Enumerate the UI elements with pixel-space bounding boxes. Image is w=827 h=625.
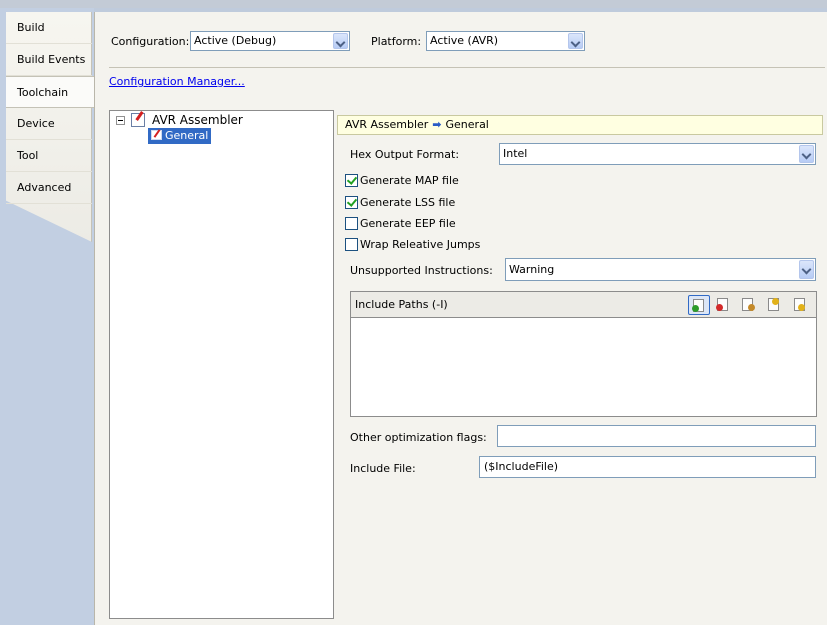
tree-node-label: General: [165, 129, 209, 142]
checkbox-label: Generate EEP file: [360, 217, 456, 230]
chevron-down-icon[interactable]: [799, 260, 814, 279]
other-flags-input[interactable]: [497, 425, 816, 447]
checkbox-label: Generate MAP file: [360, 174, 459, 187]
move-up-icon[interactable]: [764, 295, 786, 315]
hex-output-label: Hex Output Format:: [350, 148, 460, 161]
sidebar-item-advanced[interactable]: Advanced: [6, 172, 92, 204]
move-down-icon[interactable]: [790, 295, 812, 315]
add-path-icon[interactable]: [688, 295, 710, 315]
checkbox-icon[interactable]: [345, 174, 358, 187]
unsupported-instructions-label: Unsupported Instructions:: [350, 264, 493, 277]
checkbox-icon[interactable]: [345, 196, 358, 209]
sidebar-item-label: Build Events: [17, 53, 86, 66]
generate-lss-checkbox[interactable]: Generate LSS file: [345, 196, 455, 212]
sidebar-item-label: Tool: [17, 149, 39, 162]
include-paths-header: Include Paths (-I): [350, 291, 817, 317]
tree-node-avr-assembler[interactable]: AVR Assembler: [152, 113, 243, 127]
configuration-label: Configuration:: [111, 35, 190, 48]
wrap-relative-jumps-checkbox[interactable]: Wrap Releative Jumps: [345, 238, 480, 254]
sidebar-item-label: Device: [17, 117, 55, 130]
generate-eep-checkbox[interactable]: Generate EEP file: [345, 217, 456, 233]
configuration-manager-link[interactable]: Configuration Manager...: [109, 75, 245, 88]
assembler-icon: [131, 113, 145, 127]
sidebar-item-tool[interactable]: Tool: [6, 140, 92, 172]
unsupported-instructions-value: Warning: [509, 263, 555, 276]
platform-value: Active (AVR): [430, 34, 499, 47]
breadcrumb: AVR Assembler ➡ General: [337, 115, 823, 135]
sidebar-item-label: Toolchain: [17, 86, 69, 99]
breadcrumb-parent: AVR Assembler: [345, 118, 429, 131]
other-flags-label: Other optimization flags:: [350, 431, 487, 444]
generate-map-checkbox[interactable]: Generate MAP file: [345, 174, 459, 190]
include-file-input[interactable]: ($IncludeFile): [479, 456, 816, 478]
hex-output-select[interactable]: Intel: [499, 143, 816, 165]
settings-page-icon: [151, 130, 162, 140]
include-file-label: Include File:: [350, 462, 416, 475]
arrow-right-icon: ➡: [432, 118, 442, 131]
chevron-down-icon[interactable]: [568, 33, 583, 49]
sidebar-item-build[interactable]: Build: [6, 12, 92, 44]
platform-select[interactable]: Active (AVR): [426, 31, 585, 51]
delete-path-icon[interactable]: [713, 295, 735, 315]
breadcrumb-current: General: [445, 118, 489, 131]
hex-output-value: Intel: [503, 147, 528, 160]
edit-path-icon[interactable]: [738, 295, 760, 315]
toolchain-page: Configuration: Active (Debug) Platform: …: [94, 12, 827, 625]
chevron-down-icon[interactable]: [333, 33, 348, 49]
unsupported-instructions-select[interactable]: Warning: [505, 258, 816, 281]
sidebar-item-device[interactable]: Device: [6, 108, 92, 140]
collapse-icon[interactable]: [116, 116, 125, 125]
checkbox-icon[interactable]: [345, 217, 358, 230]
checkbox-icon[interactable]: [345, 238, 358, 251]
checkbox-label: Generate LSS file: [360, 196, 456, 209]
header-divider: [109, 67, 825, 68]
sidebar-item-label: Advanced: [17, 181, 72, 194]
sidebar-item-build-events[interactable]: Build Events: [6, 44, 92, 76]
platform-label: Platform:: [371, 35, 422, 48]
chevron-down-icon[interactable]: [799, 145, 814, 163]
configuration-select[interactable]: Active (Debug): [190, 31, 350, 51]
configuration-value: Active (Debug): [194, 34, 277, 47]
include-paths-list[interactable]: [350, 317, 817, 417]
include-paths-title: Include Paths (-I): [355, 298, 448, 311]
sidebar-item-toolchain[interactable]: Toolchain: [6, 76, 95, 108]
checkbox-label: Wrap Releative Jumps: [360, 238, 481, 251]
tool-tree: AVR Assembler General: [109, 110, 334, 619]
window-top-strip: [0, 0, 827, 8]
tree-node-general[interactable]: General: [148, 128, 212, 144]
sidebar-item-label: Build: [17, 21, 45, 34]
